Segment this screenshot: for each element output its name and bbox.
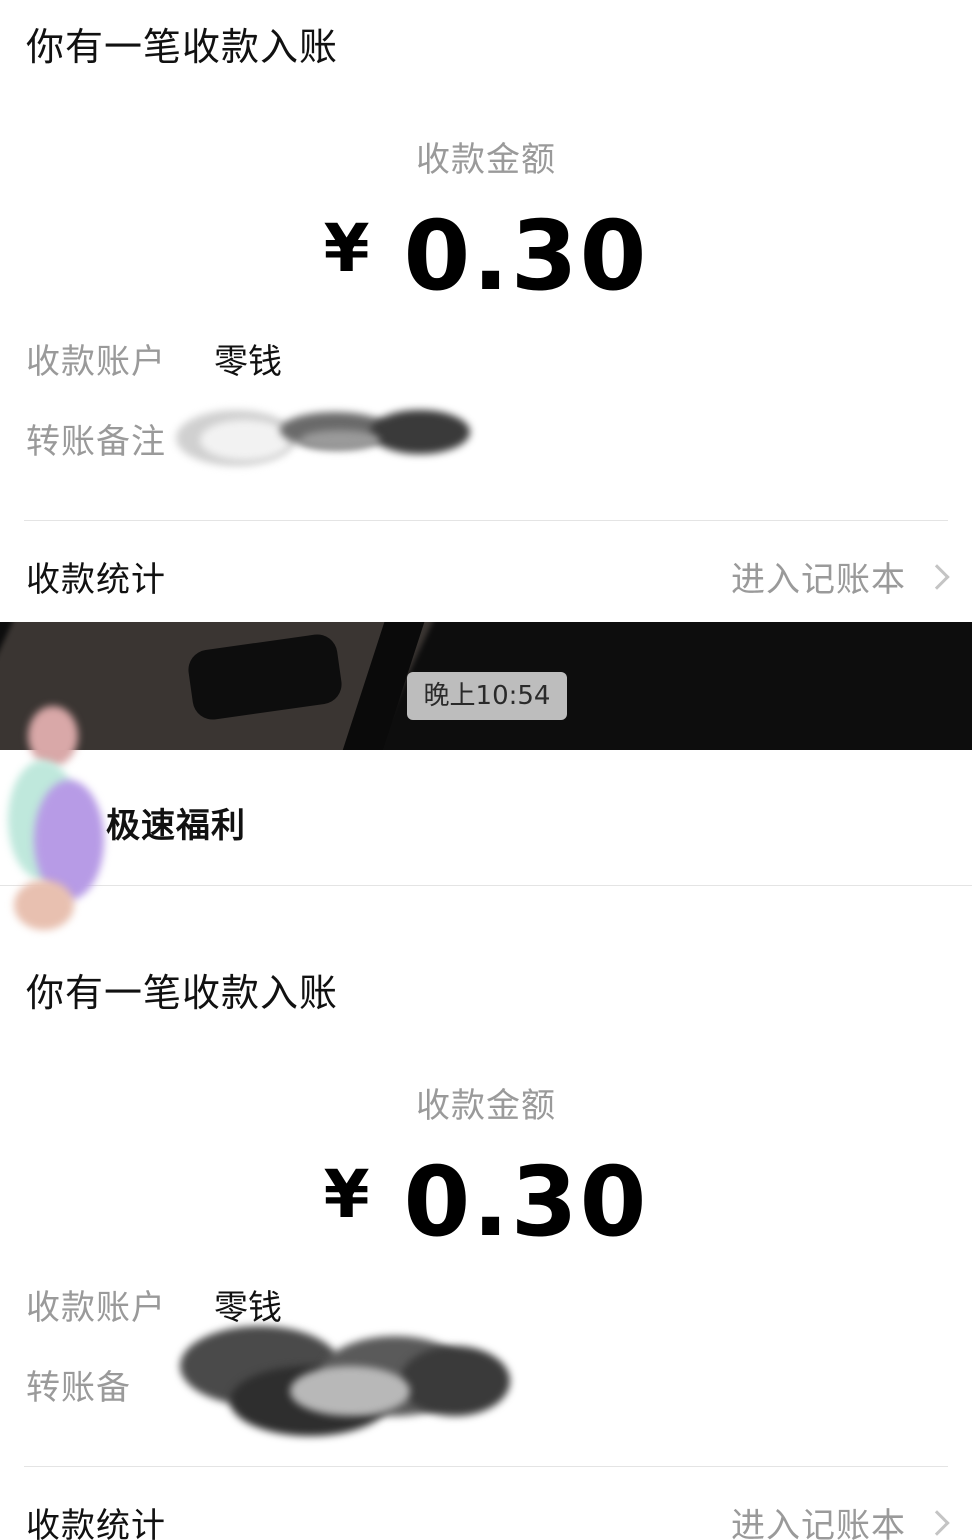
currency-symbol: ¥ [323,1156,370,1233]
account-value: 零钱 [214,342,282,382]
amount-display: ¥0.30 [0,1146,972,1258]
divider [24,1466,948,1467]
amount-display: ¥0.30 [0,200,972,312]
avatar[interactable] [0,700,120,940]
payment-notice-card[interactable]: 你有一笔收款入账 收款金额 ¥0.30 收款账户 零钱 转账备注 收款统计 进入记… [0,0,972,622]
notice-title: 你有一笔收款入账 [26,971,339,1015]
ledger-link[interactable]: 进入记账本 [731,552,954,601]
chevron-right-icon [924,1509,950,1536]
notice-title: 你有一笔收款入账 [26,25,339,69]
currency-symbol: ¥ [323,210,370,287]
ledger-link-label: 进入记账本 [731,1506,906,1540]
divider [24,520,948,521]
account-label: 收款账户 [26,342,166,382]
account-value: 零钱 [214,1288,282,1328]
ledger-link[interactable]: 进入记账本 [731,1498,954,1540]
account-label: 收款账户 [26,1288,166,1328]
ledger-link-label: 进入记账本 [731,560,906,600]
sender-name: 极速福利 [106,806,246,846]
amount-value: 0.30 [403,1146,649,1258]
message-timestamp: 晚上10:54 [407,672,567,720]
account-row: 收款账户 零钱 [26,334,282,383]
amount-value: 0.30 [403,200,649,312]
account-row: 收款账户 零钱 [26,1280,282,1329]
amount-label: 收款金额 [416,1086,556,1126]
payment-notice-card[interactable]: 你有一笔收款入账 收款金额 ¥0.30 收款账户 零钱 转账备 收款统计 进入记账… [0,946,972,1540]
stats-label: 收款统计 [26,1506,166,1540]
amount-label: 收款金额 [416,140,556,180]
stats-label: 收款统计 [26,560,166,600]
chevron-right-icon [924,563,950,590]
